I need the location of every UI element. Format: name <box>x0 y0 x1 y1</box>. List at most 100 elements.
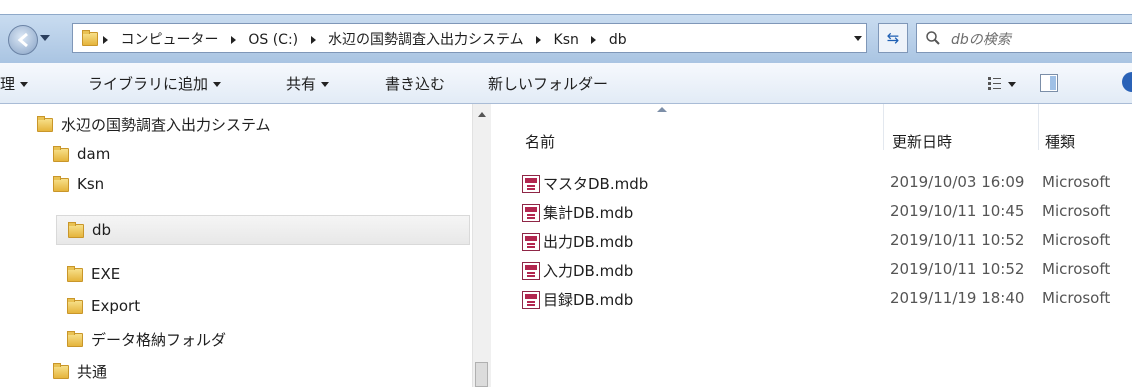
folder-icon <box>66 266 83 282</box>
folder-icon <box>81 30 98 46</box>
tree-item-exe[interactable]: EXE <box>66 259 120 289</box>
search-placeholder: dbの検索 <box>951 32 1011 48</box>
tree-item-label: 水辺の国勢調査入出力システム <box>61 115 271 134</box>
breadcrumb-separator-icon[interactable] <box>103 36 108 44</box>
file-name: マスタDB.mdb <box>543 175 649 193</box>
share-label: 共有 <box>286 75 317 93</box>
sort-ascending-icon <box>657 107 667 112</box>
file-row[interactable]: 集計DB.mdb 2019/10/11 10:45 Microsoft <box>522 201 1132 230</box>
file-date: 2019/11/19 18:40 <box>890 289 1025 307</box>
navigation-scrollbar[interactable] <box>472 104 491 387</box>
new-folder-label: 新しいフォルダー <box>488 75 609 93</box>
tree-item-label: データ格納フォルダ <box>91 330 227 349</box>
search-input[interactable]: dbの検索 <box>916 23 1132 53</box>
tree-item-label: Ksn <box>77 175 105 193</box>
tree-item-label: 共通 <box>77 362 108 381</box>
access-db-icon <box>522 291 540 309</box>
window-frame-top <box>0 0 1132 14</box>
burn-label: 書き込む <box>385 75 446 93</box>
tree-item-common[interactable]: 共通 <box>52 356 107 386</box>
chevron-down-icon <box>20 82 29 87</box>
organize-button[interactable]: 理 <box>0 73 29 94</box>
tree-item-db[interactable]: db <box>56 215 470 245</box>
help-icon[interactable] <box>1122 72 1132 92</box>
scroll-thumb[interactable] <box>475 362 488 387</box>
tree-item-dam[interactable]: dam <box>52 139 110 169</box>
file-date: 2019/10/11 10:45 <box>890 202 1025 220</box>
add-to-library-label: ライブラリに追加 <box>88 75 209 93</box>
file-name: 目録DB.mdb <box>543 291 634 309</box>
add-to-library-button[interactable]: ライブラリに追加 <box>88 73 222 94</box>
column-header-type[interactable]: 種類 <box>1045 131 1075 151</box>
folder-icon <box>52 363 69 379</box>
file-type: Microsoft <box>1042 173 1111 191</box>
breadcrumb-system-folder[interactable]: 水辺の国勢調査入出力システム <box>328 29 524 49</box>
access-db-icon <box>522 204 540 222</box>
tree-item-ksn[interactable]: Ksn <box>52 169 104 199</box>
organize-label: 理 <box>0 75 16 93</box>
chevron-down-icon <box>321 82 330 87</box>
preview-pane-button[interactable] <box>1040 74 1058 92</box>
navigation-pane: 水辺の国勢調査入出力システム dam Ksn db EXE Export データ… <box>0 104 473 387</box>
breadcrumb-separator-icon[interactable] <box>310 36 316 44</box>
file-row[interactable]: 入力DB.mdb 2019/10/11 10:52 Microsoft <box>522 259 1132 288</box>
refresh-button[interactable]: ⇆ <box>878 23 908 53</box>
tree-item-system-folder[interactable]: 水辺の国勢調査入出力システム <box>36 109 271 139</box>
column-divider[interactable] <box>1038 104 1039 150</box>
access-db-icon <box>522 262 540 280</box>
breadcrumb-separator-icon[interactable] <box>230 36 236 44</box>
search-icon <box>926 31 940 45</box>
file-date: 2019/10/03 16:09 <box>890 173 1025 191</box>
file-type: Microsoft <box>1042 289 1111 307</box>
file-row[interactable]: 目録DB.mdb 2019/11/19 18:40 Microsoft <box>522 288 1132 317</box>
file-row[interactable]: マスタDB.mdb 2019/10/03 16:09 Microsoft <box>522 172 1132 201</box>
folder-icon <box>66 298 83 314</box>
file-type: Microsoft <box>1042 231 1111 249</box>
tree-item-export[interactable]: Export <box>66 291 140 321</box>
column-divider[interactable] <box>883 104 884 150</box>
share-button[interactable]: 共有 <box>286 73 330 94</box>
file-name: 入力DB.mdb <box>543 262 634 280</box>
column-header-date[interactable]: 更新日時 <box>892 131 952 151</box>
file-date: 2019/10/11 10:52 <box>890 231 1025 249</box>
folder-icon <box>52 176 69 192</box>
back-button[interactable] <box>8 25 38 55</box>
recent-pages-dropdown[interactable] <box>40 35 50 41</box>
file-name: 集計DB.mdb <box>543 204 634 222</box>
column-header-name[interactable]: 名前 <box>525 131 555 151</box>
breadcrumb-separator-icon[interactable] <box>536 36 542 44</box>
chevron-down-icon <box>213 82 222 87</box>
tree-item-label: db <box>92 221 112 239</box>
breadcrumb-computer[interactable]: コンピューター <box>120 29 218 49</box>
file-row[interactable]: 出力DB.mdb 2019/10/11 10:52 Microsoft <box>522 230 1132 259</box>
scroll-up-icon[interactable] <box>478 112 486 117</box>
file-date: 2019/10/11 10:52 <box>890 260 1025 278</box>
tree-item-label: EXE <box>91 265 121 283</box>
address-box[interactable]: コンピューター OS (C:) 水辺の国勢調査入出力システム Ksn db <box>72 23 867 53</box>
folder-icon <box>67 222 84 238</box>
file-type: Microsoft <box>1042 202 1111 220</box>
back-arrow-icon <box>17 32 28 48</box>
burn-button[interactable]: 書き込む <box>385 73 445 94</box>
change-view-button[interactable] <box>988 76 1018 92</box>
tree-item-data-storage[interactable]: データ格納フォルダ <box>66 324 226 354</box>
access-db-icon <box>522 233 540 251</box>
address-bar-row: コンピューター OS (C:) 水辺の国勢調査入出力システム Ksn db ⇆ … <box>0 14 1132 64</box>
folder-icon <box>36 116 53 132</box>
access-db-icon <box>522 175 540 193</box>
folder-icon <box>66 331 83 347</box>
file-type: Microsoft <box>1042 260 1111 278</box>
command-bar: 理 ライブラリに追加 共有 書き込む 新しいフォルダー <box>0 63 1132 104</box>
breadcrumb-separator-icon[interactable] <box>591 36 597 44</box>
tree-item-label: dam <box>77 145 111 163</box>
address-history-dropdown[interactable] <box>854 36 862 41</box>
new-folder-button[interactable]: 新しいフォルダー <box>488 73 608 94</box>
folder-icon <box>52 146 69 162</box>
tree-item-label: Export <box>91 297 141 315</box>
refresh-icon: ⇆ <box>886 29 900 47</box>
breadcrumb-db[interactable]: db <box>609 32 627 48</box>
breadcrumb-ksn[interactable]: Ksn <box>554 32 579 48</box>
file-name: 出力DB.mdb <box>543 233 634 251</box>
breadcrumb-drive[interactable]: OS (C:) <box>248 32 298 48</box>
view-list-icon <box>988 77 1016 90</box>
